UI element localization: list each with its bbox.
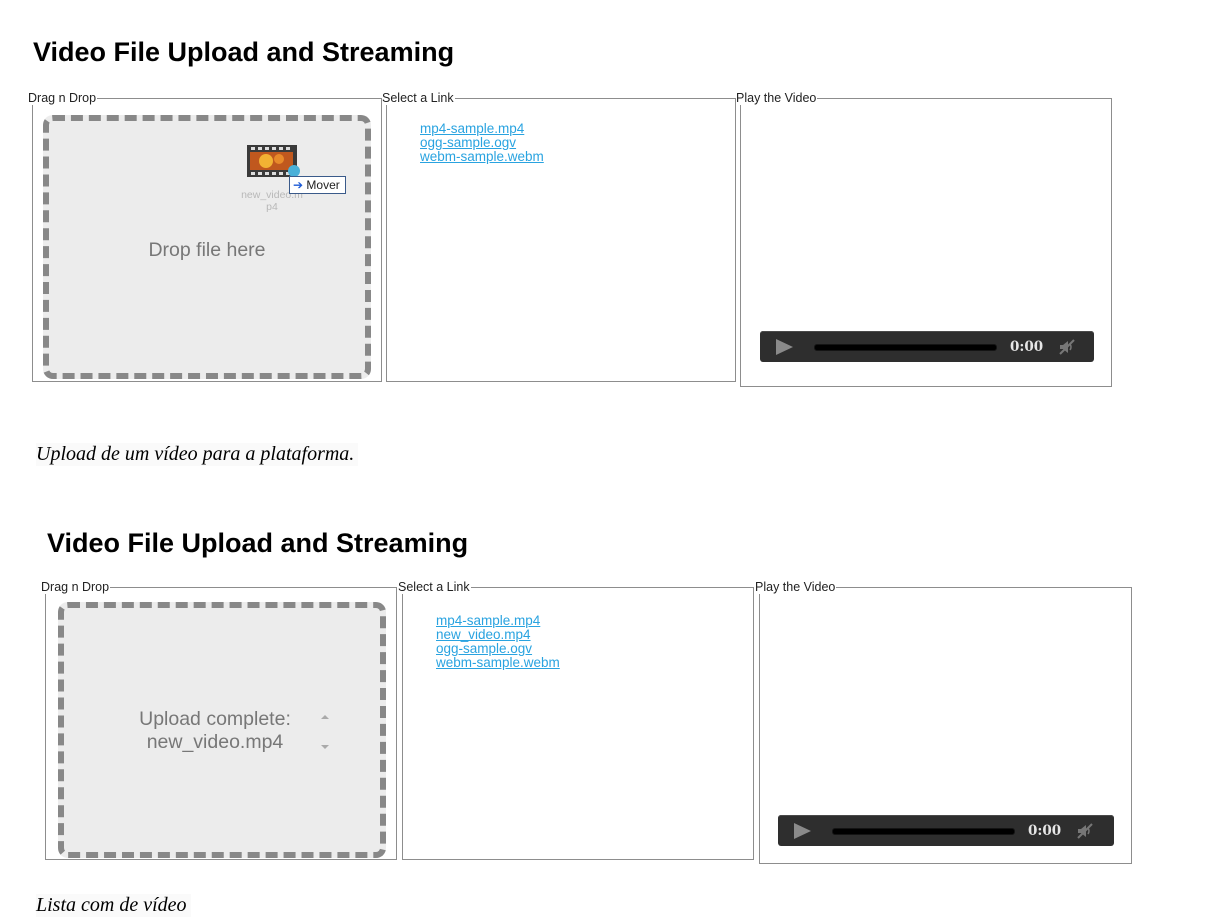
drag-n-drop-panel: Drag n Drop Upload complete: new_video.m…	[41, 581, 397, 860]
move-tooltip: ➔ Mover	[289, 176, 346, 194]
caption-list: Lista com de vídeo	[36, 894, 191, 917]
select-link-legend: Select a Link	[382, 91, 454, 105]
play-video-panel: Play the Video 0:00	[755, 581, 1132, 864]
player-time: 0:00	[1028, 823, 1062, 839]
page-title: Video File Upload and Streaming	[47, 528, 469, 558]
video-link[interactable]: ogg-sample.ogv	[420, 136, 544, 150]
play-icon[interactable]	[776, 339, 793, 355]
seek-bar[interactable]	[814, 344, 997, 351]
video-player-controls: 0:00	[778, 815, 1114, 846]
video-link[interactable]: ogg-sample.ogv	[436, 642, 560, 656]
play-icon[interactable]	[794, 823, 811, 839]
drag-n-drop-legend: Drag n Drop	[41, 580, 110, 594]
play-video-legend: Play the Video	[736, 91, 817, 105]
video-link[interactable]: webm-sample.webm	[436, 656, 560, 670]
arrow-right-icon: ➔	[293, 178, 304, 192]
seek-bar[interactable]	[832, 828, 1015, 835]
play-video-legend: Play the Video	[755, 580, 836, 594]
video-file-icon	[247, 145, 300, 177]
muted-speaker-icon[interactable]	[1075, 822, 1095, 840]
select-link-panel: Select a Link mp4-sample.mp4 new_video.m…	[398, 581, 754, 860]
move-tooltip-text: Mover	[306, 178, 340, 192]
scroll-spinner-icon[interactable]	[319, 712, 331, 752]
caption-upload: Upload de um vídeo para a plataforma.	[36, 443, 359, 466]
select-link-panel: Select a Link mp4-sample.mp4 ogg-sample.…	[382, 92, 736, 382]
drag-n-drop-legend: Drag n Drop	[28, 91, 97, 105]
drop-zone[interactable]: Upload complete: new_video.mp4	[58, 602, 386, 858]
video-link[interactable]: mp4-sample.mp4	[436, 614, 560, 628]
video-link[interactable]: webm-sample.webm	[420, 150, 544, 164]
drag-n-drop-panel: Drag n Drop Drop file here new_video.m p…	[28, 92, 382, 382]
player-time: 0:00	[1010, 339, 1044, 355]
drop-zone-text: Drop file here	[148, 238, 266, 261]
select-link-legend: Select a Link	[398, 580, 470, 594]
video-player-controls: 0:00	[760, 331, 1094, 362]
drop-zone[interactable]: Drop file here	[43, 115, 371, 379]
video-link-list: mp4-sample.mp4 new_video.mp4 ogg-sample.…	[436, 614, 560, 670]
play-video-panel: Play the Video 0:00	[736, 92, 1112, 387]
muted-speaker-icon[interactable]	[1057, 338, 1077, 356]
upload-status-text: Upload complete: new_video.mp4	[139, 708, 291, 753]
video-link[interactable]: new_video.mp4	[436, 628, 560, 642]
video-link[interactable]: mp4-sample.mp4	[420, 122, 544, 136]
page-title: Video File Upload and Streaming	[33, 37, 455, 67]
video-link-list: mp4-sample.mp4 ogg-sample.ogv webm-sampl…	[420, 122, 544, 164]
